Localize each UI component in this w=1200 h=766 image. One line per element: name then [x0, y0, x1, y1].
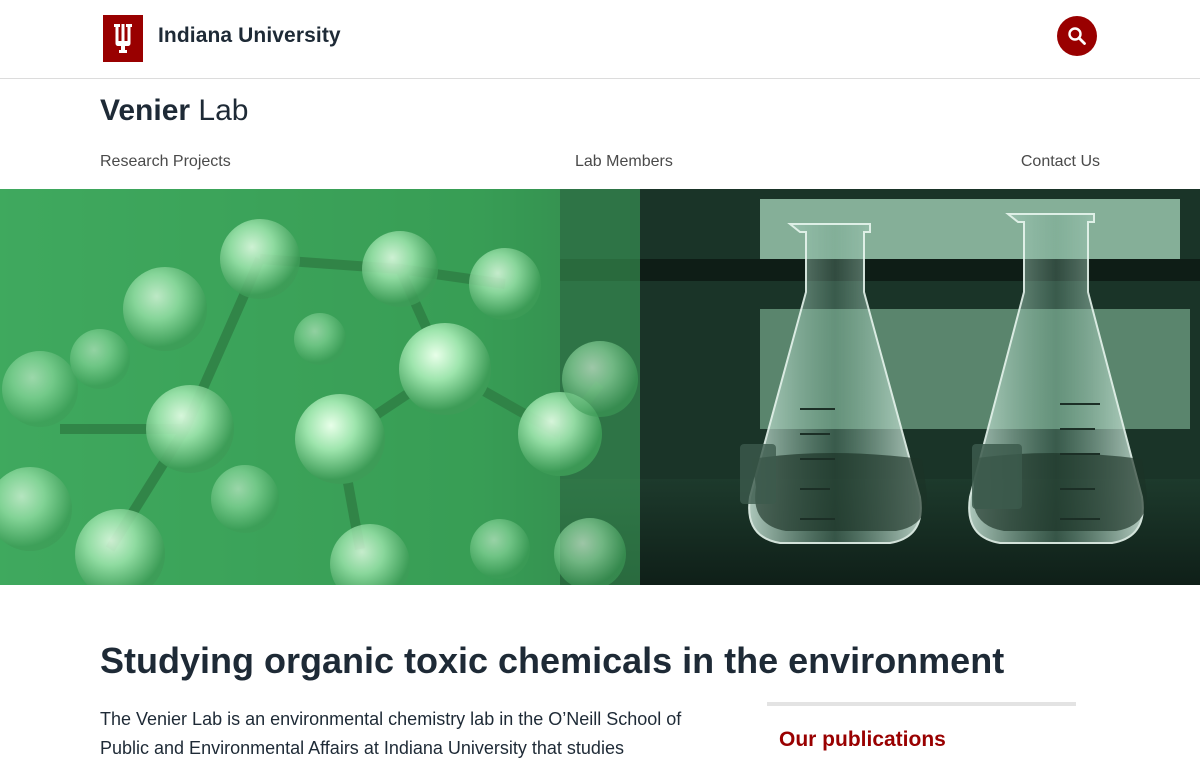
- page-heading: Studying organic toxic chemicals in the …: [100, 640, 1005, 681]
- nav-contact-us[interactable]: Contact Us: [1021, 153, 1100, 171]
- site-title-light: Lab: [198, 94, 249, 127]
- iu-branding-bar: Indiana University: [0, 0, 1200, 79]
- search-icon: [1068, 27, 1086, 45]
- site-title-bold: Venier: [100, 94, 191, 127]
- search-button[interactable]: [1057, 16, 1097, 56]
- intro-paragraph: The Venier Lab is an environmental chemi…: [100, 709, 682, 758]
- university-name[interactable]: Indiana University: [158, 24, 341, 48]
- nav-lab-members[interactable]: Lab Members: [575, 153, 673, 171]
- iu-trident-icon[interactable]: [103, 15, 143, 62]
- nav-research-projects[interactable]: Research Projects: [100, 153, 231, 171]
- publications-title[interactable]: Our publications: [779, 728, 946, 752]
- hero-image: [0, 189, 1200, 585]
- publications-card: Our publications: [767, 702, 1076, 766]
- site-title[interactable]: Venier Lab: [100, 94, 248, 128]
